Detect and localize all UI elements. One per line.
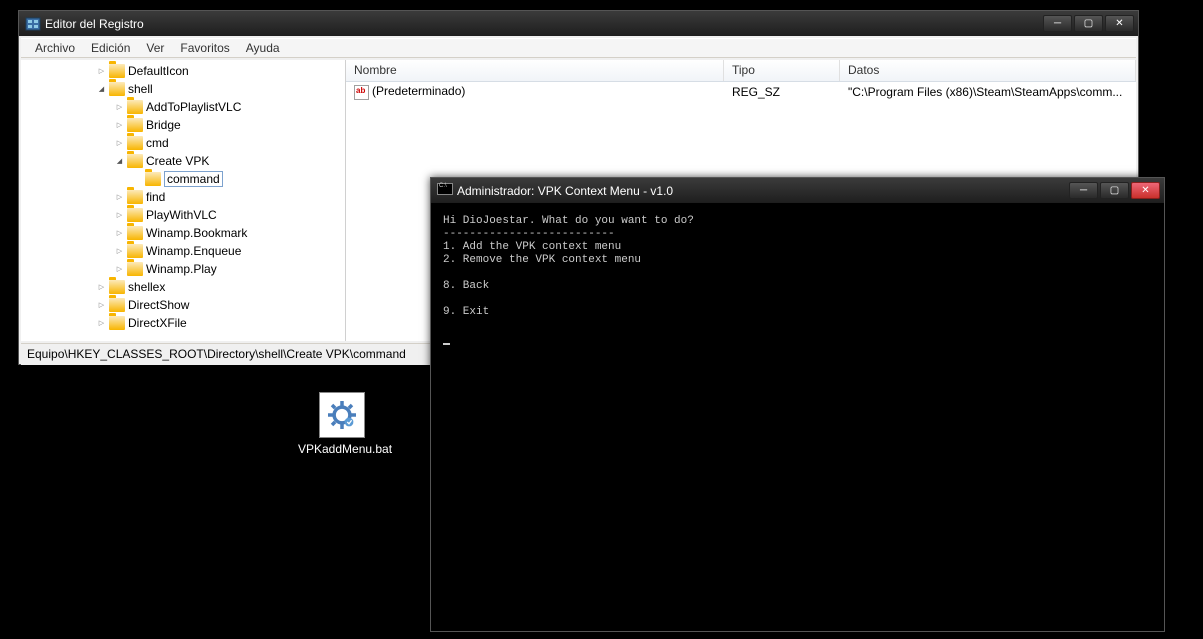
menu-ayuda[interactable]: Ayuda <box>238 39 288 57</box>
folder-icon <box>127 262 143 276</box>
expander-icon[interactable] <box>97 85 106 94</box>
regedit-icon <box>25 16 41 32</box>
tree-node-playwithvlc[interactable]: PlayWithVLC <box>21 206 346 224</box>
tree-node-label: shellex <box>128 280 165 294</box>
folder-icon <box>109 64 125 78</box>
console-titlebar[interactable]: Administrador: VPK Context Menu - v1.0 ─… <box>431 178 1164 203</box>
minimize-button[interactable]: ─ <box>1069 182 1098 199</box>
col-data[interactable]: Datos <box>840 60 1136 81</box>
col-type[interactable]: Tipo <box>724 60 840 81</box>
tree-node-defaulticon[interactable]: DefaultIcon <box>21 62 346 80</box>
value-data: "C:\Program Files (x86)\Steam\SteamApps\… <box>840 84 1136 100</box>
maximize-button[interactable]: ▢ <box>1074 15 1103 32</box>
tree-node-label: AddToPlaylistVLC <box>146 100 241 114</box>
tree-node-shell[interactable]: shell <box>21 80 346 98</box>
tree-node-winamp-bookmark[interactable]: Winamp.Bookmark <box>21 224 346 242</box>
console-window: Administrador: VPK Context Menu - v1.0 ─… <box>430 177 1165 632</box>
tree-node-label: DirectShow <box>128 298 189 312</box>
desktop-icon-vpkaddmenu[interactable]: VPKaddMenu.bat <box>298 392 386 456</box>
console-title: Administrador: VPK Context Menu - v1.0 <box>457 184 1067 198</box>
col-name[interactable]: Nombre <box>346 60 724 81</box>
tree-node-create-vpk[interactable]: Create VPK <box>21 152 346 170</box>
folder-icon <box>109 298 125 312</box>
folder-icon <box>127 226 143 240</box>
folder-icon <box>145 172 161 186</box>
regedit-title: Editor del Registro <box>45 17 1041 31</box>
expander-icon[interactable] <box>115 103 124 112</box>
tree-node-label: command <box>164 171 223 187</box>
tree-node-directxfile[interactable]: DirectXFile <box>21 314 346 332</box>
tree-node-label: Bridge <box>146 118 181 132</box>
value-name: (Predeterminado) <box>372 84 465 98</box>
tree-node-label: DirectXFile <box>128 316 187 330</box>
tree-node-label: Winamp.Enqueue <box>146 244 241 258</box>
expander-icon[interactable] <box>97 67 106 76</box>
tree-node-directshow[interactable]: DirectShow <box>21 296 346 314</box>
desktop-icon-label: VPKaddMenu.bat <box>298 442 386 456</box>
console-output[interactable]: Hi DioJoestar. What do you want to do? -… <box>437 209 1158 625</box>
expander-icon[interactable] <box>115 247 124 256</box>
expander-icon[interactable] <box>97 319 106 328</box>
tree-node-command[interactable]: command <box>21 170 346 188</box>
tree-node-label: shell <box>128 82 153 96</box>
expander-icon[interactable] <box>97 301 106 310</box>
folder-icon <box>127 154 143 168</box>
tree-node-winamp-enqueue[interactable]: Winamp.Enqueue <box>21 242 346 260</box>
value-type: REG_SZ <box>724 84 840 100</box>
tree-node-label: find <box>146 190 165 204</box>
maximize-button[interactable]: ▢ <box>1100 182 1129 199</box>
folder-icon <box>109 280 125 294</box>
value-row[interactable]: (Predeterminado) REG_SZ "C:\Program File… <box>346 82 1136 102</box>
folder-icon <box>127 208 143 222</box>
expander-icon[interactable] <box>115 139 124 148</box>
tree-node-label: Winamp.Bookmark <box>146 226 247 240</box>
values-header: Nombre Tipo Datos <box>346 60 1136 82</box>
cmd-icon <box>437 183 453 199</box>
menu-favoritos[interactable]: Favoritos <box>172 39 237 57</box>
expander-icon[interactable] <box>115 229 124 238</box>
console-cursor <box>443 343 450 345</box>
tree-node-find[interactable]: find <box>21 188 346 206</box>
tree-node-label: Create VPK <box>146 154 209 168</box>
folder-icon <box>127 190 143 204</box>
regedit-titlebar[interactable]: Editor del Registro ─ ▢ ✕ <box>19 11 1138 36</box>
folder-icon <box>127 100 143 114</box>
folder-icon <box>109 316 125 330</box>
registry-tree[interactable]: DefaultIcon shell AddToPlaylistVLC Bridge cm… <box>21 60 346 341</box>
tree-node-label: cmd <box>146 136 169 150</box>
tree-node-addtoplaylistvlc[interactable]: AddToPlaylistVLC <box>21 98 346 116</box>
regedit-menubar: Archivo Edición Ver Favoritos Ayuda <box>21 38 1136 58</box>
folder-icon <box>127 118 143 132</box>
expander-icon[interactable] <box>97 283 106 292</box>
expander-icon[interactable] <box>115 265 124 274</box>
menu-ver[interactable]: Ver <box>138 39 172 57</box>
expander-icon[interactable] <box>115 157 124 166</box>
folder-icon <box>127 136 143 150</box>
tree-node-label: PlayWithVLC <box>146 208 217 222</box>
menu-edicion[interactable]: Edición <box>83 39 138 57</box>
string-value-icon <box>354 85 369 100</box>
expander-icon[interactable] <box>115 121 124 130</box>
close-button[interactable]: ✕ <box>1131 182 1160 199</box>
expander-icon[interactable] <box>115 193 124 202</box>
expander-icon[interactable] <box>115 211 124 220</box>
tree-node-label: Winamp.Play <box>146 262 217 276</box>
minimize-button[interactable]: ─ <box>1043 15 1072 32</box>
tree-node-bridge[interactable]: Bridge <box>21 116 346 134</box>
tree-node-shellex[interactable]: shellex <box>21 278 346 296</box>
close-button[interactable]: ✕ <box>1105 15 1134 32</box>
tree-node-winamp-play[interactable]: Winamp.Play <box>21 260 346 278</box>
tree-node-label: DefaultIcon <box>128 64 189 78</box>
folder-icon <box>109 82 125 96</box>
bat-file-icon <box>319 392 365 438</box>
menu-archivo[interactable]: Archivo <box>27 39 83 57</box>
folder-icon <box>127 244 143 258</box>
tree-node-cmd[interactable]: cmd <box>21 134 346 152</box>
